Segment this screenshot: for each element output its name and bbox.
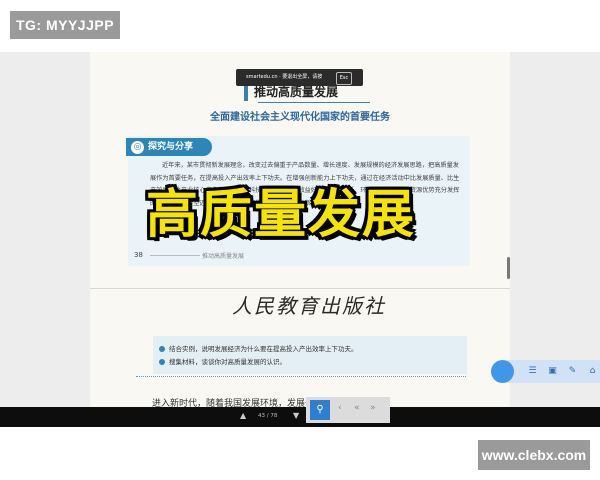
bottom-toolbar: ▲ 43 / 78 ▼ <box>0 407 600 427</box>
home-icon[interactable]: ⌂ <box>587 366 598 377</box>
explore-box-title: 探究与分享 <box>148 142 194 152</box>
section-title: 推动高质量发展 <box>254 85 339 99</box>
page-footer-text: 推动高质量发展 <box>202 253 245 260</box>
chevron-left-icon[interactable]: ‹ <box>338 403 342 413</box>
page-indicator: 43 / 78 <box>258 413 278 419</box>
chevron-right-double-icon[interactable]: » <box>370 403 376 413</box>
page-icon[interactable]: ▣ <box>547 366 558 377</box>
dotted-divider <box>136 376 466 377</box>
floating-nav: ⚲ ‹ « » <box>306 397 390 423</box>
share-icon: ◎ <box>131 141 144 154</box>
explore-box-header: ◎ 探究与分享 <box>126 136 216 158</box>
notes-box: 结合实例，说明发展经济为什么要在提高投入产出效率上下功夫。 搜集材料，谈谈你对高… <box>153 336 467 374</box>
note-item: 结合实例，说明发展经济为什么要在提高投入产出效率上下功夫。 <box>159 343 358 355</box>
chevron-left-double-icon[interactable]: « <box>354 403 360 413</box>
section-underline <box>258 102 370 103</box>
side-toolbar: ☰ ▣ ✎ ⌂ <box>491 360 600 383</box>
bullet-icon <box>159 346 165 352</box>
next-page-icon[interactable]: ▼ <box>293 411 299 420</box>
prev-page-icon[interactable]: ▲ <box>240 411 246 420</box>
assistant-button[interactable] <box>491 360 514 383</box>
note-item: 搜集材料，谈谈你对高质量发展的认识。 <box>159 356 286 368</box>
page-footer-rule <box>150 255 200 256</box>
bullet-icon <box>159 359 165 365</box>
publisher-logo: 人民教育出版社 <box>232 294 386 318</box>
watermark-tg: TG: MYYJJPP <box>10 11 120 39</box>
section-subtitle: 全面建设社会主义现代化国家的首要任务 <box>210 112 390 123</box>
watermark-site: www.clebx.com <box>478 440 590 470</box>
menu-icon[interactable]: ☰ <box>527 366 538 377</box>
page-number: 38 <box>134 251 143 259</box>
page-separator <box>90 288 510 289</box>
search-icon[interactable]: ⚲ <box>310 400 330 420</box>
section-marker <box>244 86 248 101</box>
overlay-caption: 高质量发展 <box>146 185 417 245</box>
pen-icon[interactable]: ✎ <box>567 366 578 377</box>
esc-key-badge: Esc <box>336 72 352 85</box>
scrollbar-thumb[interactable] <box>507 257 510 279</box>
